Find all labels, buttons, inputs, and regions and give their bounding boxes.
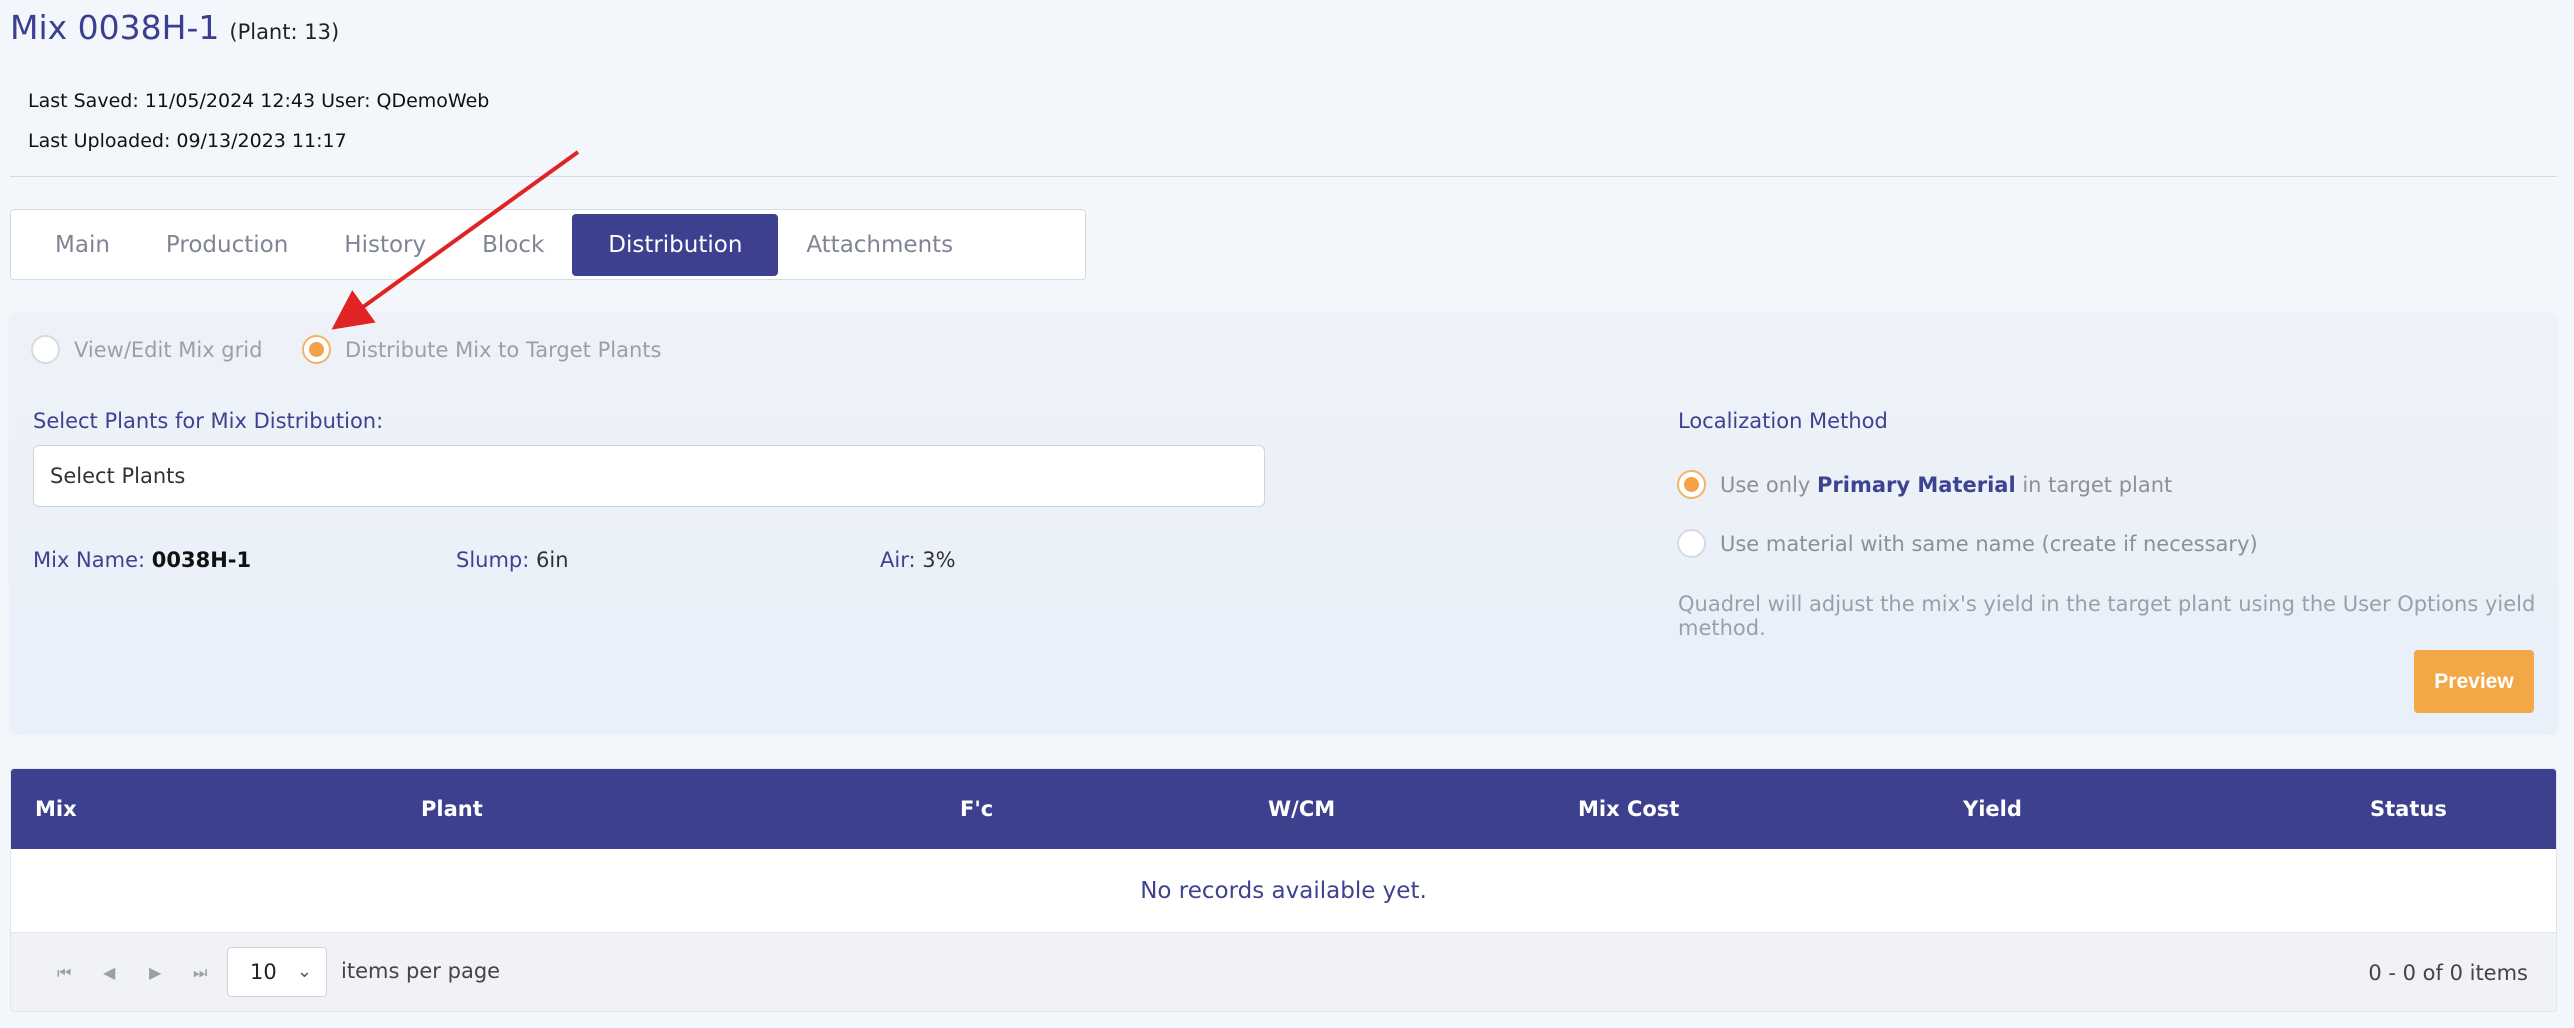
grid-header: Mix Plant F'c W/CM Mix Cost Yield Status [11,769,2556,849]
slump-info: Slump: 6in [456,548,569,572]
loc-option-same-name[interactable]: Use material with same name (create if n… [1677,529,2258,558]
tab-block[interactable]: Block [454,214,572,276]
col-wcm[interactable]: W/CM [1268,769,1335,849]
select-plants-input[interactable]: Select Plants [33,445,1265,507]
select-plants-label: Select Plants for Mix Distribution: [33,409,384,433]
last-page-icon[interactable]: ⏭ [193,963,207,983]
last-saved-text: Last Saved: 11/05/2024 12:43 User: QDemo… [28,90,490,112]
col-mix[interactable]: Mix [35,769,77,849]
distribution-grid: Mix Plant F'c W/CM Mix Cost Yield Status… [10,768,2557,1012]
col-status[interactable]: Status [2370,769,2447,849]
tab-bar: Main Production History Block Distributi… [10,209,1086,280]
radio-same-name[interactable] [1677,529,1706,558]
select-plants-placeholder: Select Plants [50,464,186,488]
pager: ⏮ ◀ ▶ ⏭ 10 ⌄ items per page 0 - 0 of 0 i… [11,933,2556,1011]
last-uploaded-text: Last Uploaded: 09/13/2023 11:17 [28,130,347,152]
page-size-value: 10 [250,960,277,984]
col-yield[interactable]: Yield [1963,769,2022,849]
air-label: Air: [880,548,916,572]
page-size-select[interactable]: 10 ⌄ [227,947,327,997]
radio-distribute[interactable] [302,335,331,364]
prev-page-icon[interactable]: ◀ [103,963,115,982]
distribute-label: Distribute Mix to Target Plants [345,337,662,362]
mix-name-value: 0038H-1 [151,548,252,572]
view-edit-label: View/Edit Mix grid [74,337,263,362]
air-value: 3% [922,548,956,572]
loc-option-primary-label: Use only Primary Material in target plan… [1720,472,2173,497]
page-title: Mix 0038H-1 [10,8,220,47]
mix-name-label: Mix Name: [33,548,146,572]
localization-title: Localization Method [1678,409,1888,433]
empty-message: No records available yet. [11,849,2556,933]
preview-button[interactable]: Preview [2414,650,2534,713]
distribute-radio-option[interactable]: Distribute Mix to Target Plants [302,335,661,364]
mix-name-info: Mix Name: 0038H-1 [33,548,251,572]
tab-production[interactable]: Production [138,214,316,276]
loc-option-same-name-label: Use material with same name (create if n… [1720,531,2258,556]
chevron-down-icon: ⌄ [296,961,312,982]
plant-subtitle: (Plant: 13) [229,20,340,44]
divider [10,176,2557,177]
loc-option-primary[interactable]: Use only Primary Material in target plan… [1677,470,2172,499]
col-plant[interactable]: Plant [421,769,483,849]
col-fc[interactable]: F'c [960,769,993,849]
primary-material-text: Primary Material [1817,472,2016,497]
slump-label: Slump: [456,548,530,572]
radio-view-edit[interactable] [31,335,60,364]
slump-value: 6in [536,548,569,572]
tab-main[interactable]: Main [27,214,138,276]
view-edit-radio-option[interactable]: View/Edit Mix grid [31,335,262,364]
distribution-panel [10,313,2557,733]
first-page-icon[interactable]: ⏮ [57,963,71,983]
localization-note: Quadrel will adjust the mix's yield in t… [1678,592,2536,640]
items-per-page-label: items per page [341,959,501,983]
next-page-icon[interactable]: ▶ [149,963,161,982]
title-row: Mix 0038H-1 (Plant: 13) [10,8,339,47]
items-count: 0 - 0 of 0 items [2368,961,2528,985]
tab-attachments[interactable]: Attachments [778,214,981,276]
tab-history[interactable]: History [316,214,454,276]
col-mix-cost[interactable]: Mix Cost [1578,769,1679,849]
radio-primary-material[interactable] [1677,470,1706,499]
air-info: Air: 3% [880,548,956,572]
tab-distribution[interactable]: Distribution [572,213,779,276]
